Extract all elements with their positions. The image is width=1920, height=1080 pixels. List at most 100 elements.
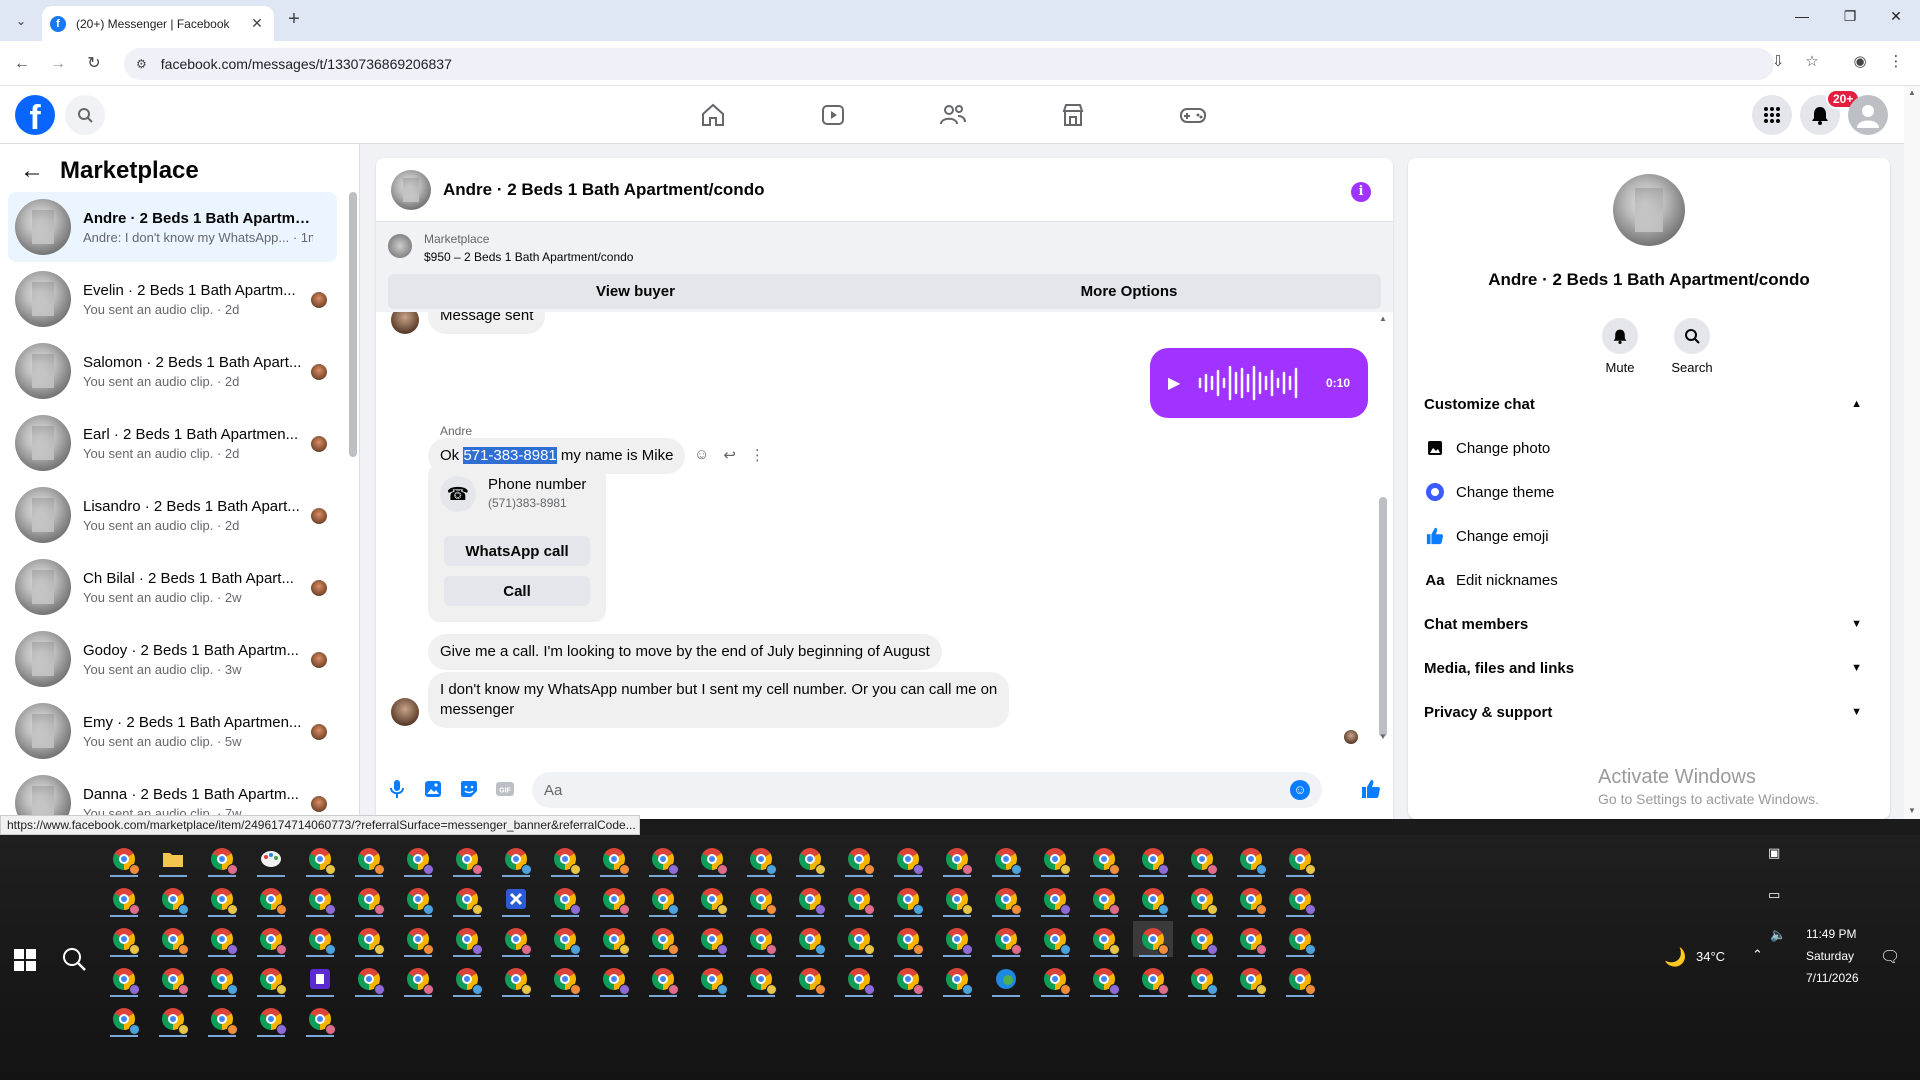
chrome-profile-icon[interactable] bbox=[643, 841, 683, 877]
chrome-profile-icon[interactable] bbox=[1280, 961, 1320, 997]
video-icon[interactable] bbox=[818, 100, 848, 130]
search-icon[interactable] bbox=[1674, 318, 1710, 354]
site-info-icon[interactable]: ⚙ bbox=[136, 57, 147, 71]
chrome-profile-icon[interactable] bbox=[1182, 881, 1222, 917]
chrome-profile-icon[interactable] bbox=[1280, 881, 1320, 917]
clock-day[interactable]: Saturday bbox=[1806, 949, 1854, 963]
chrome-profile-icon[interactable] bbox=[251, 881, 291, 917]
facebook-logo-icon[interactable]: f bbox=[15, 95, 55, 135]
browser-tab[interactable]: f (20+) Messenger | Facebook ✕ bbox=[42, 6, 274, 41]
chrome-profile-icon[interactable] bbox=[398, 921, 438, 957]
chrome-profile-icon[interactable] bbox=[153, 921, 193, 957]
chrome-profile-icon[interactable] bbox=[986, 841, 1026, 877]
react-emoji-icon[interactable]: ☺ bbox=[694, 446, 709, 464]
scroll-down-arrow-icon[interactable]: ▼ bbox=[1379, 732, 1387, 741]
listing-price[interactable]: $950 – 2 Beds 1 Bath Apartment/condo bbox=[424, 250, 633, 264]
chrome-profile-icon[interactable] bbox=[888, 841, 928, 877]
reload-icon[interactable]: ↻ bbox=[82, 52, 106, 76]
search-action[interactable]: Search bbox=[1662, 318, 1722, 375]
chevron-up-icon[interactable]: ▲ bbox=[1851, 398, 1862, 410]
file-explorer-icon[interactable] bbox=[153, 841, 193, 877]
chrome-profile-icon[interactable] bbox=[447, 881, 487, 917]
call-button[interactable]: Call bbox=[444, 576, 590, 606]
message-bubble[interactable]: Message sent bbox=[428, 312, 546, 334]
info-icon[interactable]: i bbox=[1351, 182, 1371, 202]
clock-time[interactable]: 11:49 PM bbox=[1806, 927, 1856, 941]
chrome-profile-icon[interactable] bbox=[986, 921, 1026, 957]
chrome-profile-icon[interactable] bbox=[251, 961, 291, 997]
chrome-profile-icon[interactable] bbox=[839, 961, 879, 997]
audio-message[interactable]: ▶ 0:10 bbox=[1150, 348, 1368, 418]
chrome-profile-icon[interactable] bbox=[692, 841, 732, 877]
install-app-icon[interactable]: ⇩ bbox=[1766, 52, 1790, 70]
chrome-profile-icon[interactable] bbox=[986, 881, 1026, 917]
play-icon[interactable]: ▶ bbox=[1168, 373, 1180, 393]
minimize-icon[interactable]: — bbox=[1782, 8, 1822, 24]
forward-arrow-icon[interactable]: → bbox=[46, 52, 70, 76]
close-tab-icon[interactable]: ✕ bbox=[248, 15, 266, 32]
temperature[interactable]: 34°C bbox=[1696, 949, 1725, 964]
chrome-profile-icon[interactable] bbox=[1084, 961, 1124, 997]
action-center-icon[interactable]: ▭ bbox=[1768, 887, 1780, 903]
chrome-profile-icon[interactable] bbox=[545, 961, 585, 997]
chrome-profile-icon[interactable] bbox=[104, 1001, 144, 1037]
customize-chat-section[interactable]: Customize chat ▲ bbox=[1424, 384, 1874, 424]
microphone-icon[interactable] bbox=[386, 778, 408, 800]
chrome-profile-icon[interactable] bbox=[594, 881, 634, 917]
chat-title[interactable]: Andre · 2 Beds 1 Bath Apartment/condo bbox=[443, 180, 764, 200]
chrome-profile-icon[interactable] bbox=[300, 881, 340, 917]
chrome-profile-icon[interactable] bbox=[1084, 881, 1124, 917]
mute-action[interactable]: Mute bbox=[1590, 318, 1650, 375]
chrome-profile-icon[interactable] bbox=[447, 921, 487, 957]
edit-nicknames-row[interactable]: Aa Edit nicknames bbox=[1424, 560, 1874, 600]
menu-grid-icon[interactable] bbox=[1752, 95, 1792, 135]
chrome-profile-icon[interactable] bbox=[202, 881, 242, 917]
chrome-profile-icon[interactable] bbox=[937, 881, 977, 917]
chrome-profile-icon[interactable] bbox=[643, 961, 683, 997]
chrome-profile-icon[interactable] bbox=[1035, 881, 1075, 917]
chrome-profile-icon[interactable] bbox=[1231, 961, 1271, 997]
chrome-profile-icon[interactable] bbox=[839, 881, 879, 917]
chrome-profile-icon[interactable] bbox=[1084, 921, 1124, 957]
message-bubble[interactable]: I don't know my WhatsApp number but I se… bbox=[428, 672, 1010, 728]
chrome-profile-icon[interactable] bbox=[545, 841, 585, 877]
restore-icon[interactable]: ❐ bbox=[1830, 8, 1870, 25]
media-files-links-section[interactable]: Media, files and links ▼ bbox=[1424, 648, 1874, 688]
edge-browser-icon[interactable] bbox=[986, 961, 1026, 997]
gaming-icon[interactable] bbox=[1178, 100, 1208, 130]
chrome-profile-icon[interactable] bbox=[104, 961, 144, 997]
highlighted-phone-number[interactable]: 571-383-8981 bbox=[463, 447, 557, 464]
chrome-profile-icon[interactable] bbox=[153, 961, 193, 997]
chrome-profile-icon[interactable] bbox=[594, 921, 634, 957]
chrome-profile-icon[interactable] bbox=[937, 841, 977, 877]
view-buyer-button[interactable]: View buyer bbox=[388, 274, 883, 309]
chrome-profile-icon[interactable] bbox=[790, 841, 830, 877]
gif-icon[interactable]: GIF bbox=[494, 778, 516, 800]
chrome-profile-icon[interactable] bbox=[1133, 921, 1173, 957]
profile-avatar[interactable] bbox=[1613, 174, 1685, 246]
chrome-profile-icon[interactable] bbox=[153, 881, 193, 917]
more-options-button[interactable]: More Options bbox=[877, 274, 1381, 309]
bell-icon[interactable] bbox=[1602, 318, 1638, 354]
chrome-profile-icon[interactable] bbox=[741, 881, 781, 917]
windows-start-icon[interactable] bbox=[14, 949, 36, 971]
chrome-profile-icon[interactable] bbox=[447, 961, 487, 997]
chrome-profile-icon[interactable] bbox=[790, 921, 830, 957]
chrome-profile-icon[interactable] bbox=[300, 841, 340, 877]
photo-icon[interactable] bbox=[422, 778, 444, 800]
chrome-profile-icon[interactable] bbox=[1280, 841, 1320, 877]
chrome-profile-icon[interactable] bbox=[349, 841, 389, 877]
chrome-profile-icon[interactable] bbox=[349, 961, 389, 997]
conversation-item[interactable]: Ch Bilal · 2 Beds 1 Bath Apart... You sen… bbox=[8, 552, 337, 622]
chrome-profile-icon[interactable] bbox=[790, 961, 830, 997]
show-hidden-icons-chevron-up-icon[interactable]: ⌃ bbox=[1752, 947, 1763, 963]
chat-scrollbar[interactable] bbox=[1379, 497, 1387, 737]
notifications-icon[interactable]: 🗨 bbox=[1880, 947, 1900, 967]
chrome-profile-icon[interactable] bbox=[202, 1001, 242, 1037]
chrome-profile-icon[interactable] bbox=[1231, 921, 1271, 957]
sender-avatar[interactable] bbox=[391, 698, 419, 726]
chrome-profile-icon[interactable] bbox=[888, 881, 928, 917]
chrome-profile-icon[interactable] bbox=[496, 841, 536, 877]
clock-date[interactable]: 7/11/2026 bbox=[1806, 971, 1859, 985]
chrome-profile-icon[interactable] bbox=[202, 921, 242, 957]
